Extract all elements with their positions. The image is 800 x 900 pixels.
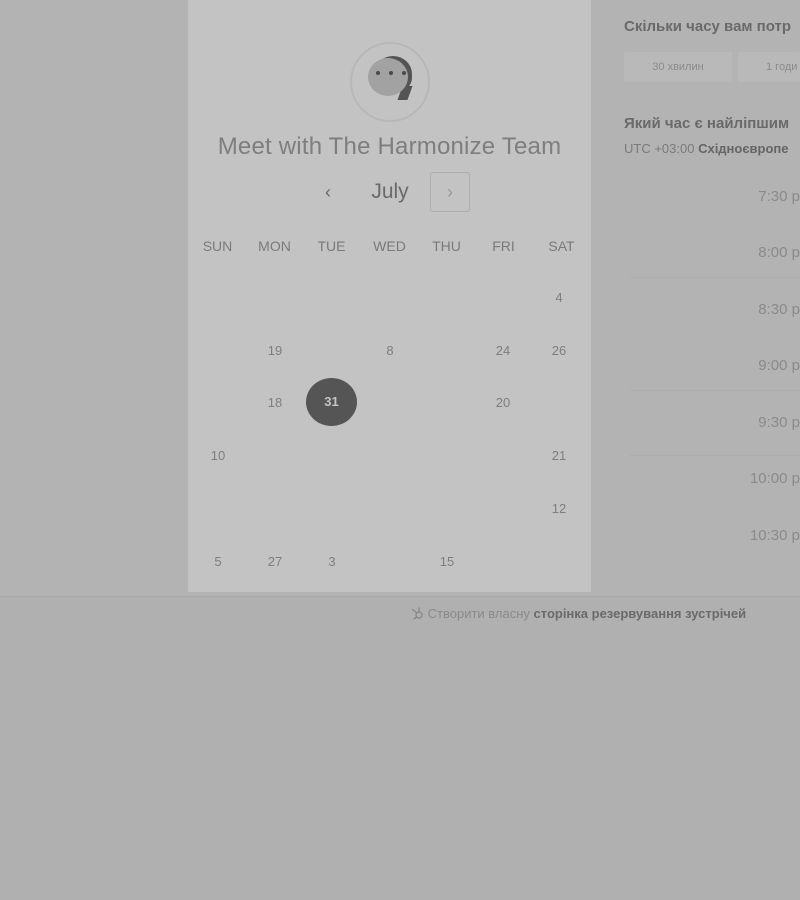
next-month-button[interactable]: ›	[430, 172, 470, 212]
weekday-sat: SAT	[548, 238, 575, 254]
duration-option-60[interactable]: 1 годи	[738, 52, 800, 82]
calendar-day[interactable]: 3	[312, 554, 352, 569]
calendar-day[interactable]: 26	[539, 343, 579, 358]
calendar-day[interactable]: 4	[539, 290, 579, 305]
calendar-day[interactable]: 15	[427, 554, 467, 569]
calendar-day[interactable]: 21	[539, 448, 579, 463]
calendar-day[interactable]: 10	[198, 448, 238, 463]
calendar-day[interactable]: 20	[483, 395, 523, 410]
time-slot[interactable]: 9:00 p	[700, 357, 800, 374]
footer-prefix: Створити власну	[427, 606, 530, 621]
time-slot[interactable]: 10:00 p	[700, 470, 800, 487]
weekday-fri: FRI	[492, 238, 515, 254]
slot-divider	[630, 455, 800, 456]
time-slot[interactable]: 10:30 p	[700, 527, 800, 544]
footer-link-text[interactable]: сторінка резервування зустрічей	[534, 606, 747, 621]
weekday-mon: MON	[258, 238, 291, 254]
calendar-day[interactable]: 12	[539, 501, 579, 516]
calendar-day[interactable]: 27	[255, 554, 295, 569]
calendar-day[interactable]: 18	[255, 395, 295, 410]
chat-logo-icon	[350, 42, 430, 122]
meeting-title: Meet with The Harmonize Team	[217, 133, 562, 160]
slot-divider	[630, 390, 800, 391]
chevron-left-icon: ‹	[325, 182, 331, 202]
time-question: Який час є найліпшим	[624, 115, 790, 132]
weekday-tue: TUE	[317, 238, 346, 254]
calendar-day[interactable]: 24	[483, 343, 523, 358]
create-booking-page-link[interactable]: Створити власну сторінка резервування зу…	[410, 606, 746, 621]
timezone-label[interactable]: UTC +03:00 Східноєвропе	[624, 141, 789, 156]
duration-question: Скільки часу вам потр	[624, 18, 792, 35]
weekday-sun: SUN	[202, 238, 233, 254]
calendar-day[interactable]: 5	[198, 554, 238, 569]
time-slot[interactable]: 7:30 p	[700, 188, 800, 205]
prev-month-button[interactable]: ‹	[316, 180, 340, 204]
duration-option-30[interactable]: 30 хвилин	[624, 52, 732, 82]
calendar-day-selected[interactable]: 31	[306, 378, 357, 426]
time-slot[interactable]: 8:00 p	[700, 244, 800, 261]
month-label: July	[371, 180, 409, 203]
weekday-thu: THU	[432, 238, 461, 254]
timezone-offset: UTC +03:00	[624, 141, 695, 156]
timezone-name: Східноєвропе	[698, 141, 789, 156]
calendar-day[interactable]: 19	[255, 343, 295, 358]
slot-divider	[630, 277, 800, 278]
weekday-wed: WED	[373, 238, 406, 254]
time-slot[interactable]: 9:30 p	[700, 414, 800, 431]
chevron-right-icon: ›	[447, 182, 453, 202]
calendar-day[interactable]: 8	[370, 343, 410, 358]
hubspot-sprocket-icon	[411, 607, 423, 620]
time-slot[interactable]: 8:30 p	[700, 301, 800, 318]
